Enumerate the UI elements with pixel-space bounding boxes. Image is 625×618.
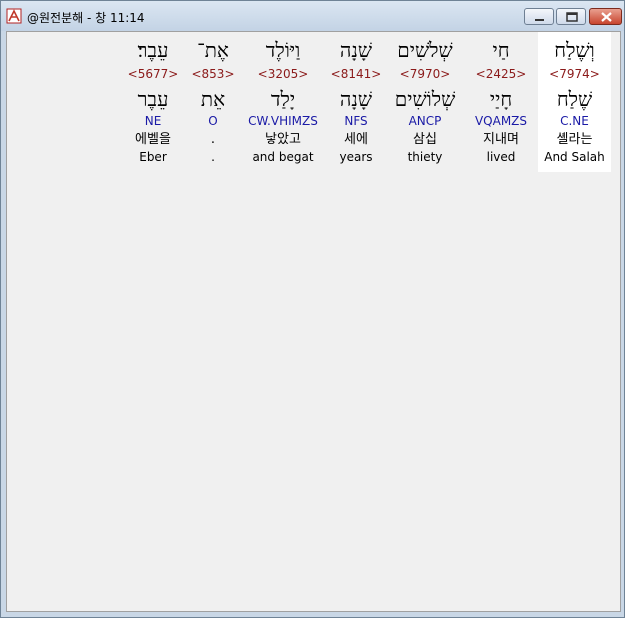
window-title: @원전분해 - 창 11:14 [27, 11, 145, 25]
korean-gloss: 지내며 [483, 132, 519, 147]
strong-number[interactable]: <853> [189, 67, 237, 81]
english-gloss: lived [486, 150, 516, 164]
english-gloss: And Salah [544, 150, 605, 164]
english-gloss: . [211, 150, 215, 164]
word-column-3[interactable]: שְׁלֹשִׁים <7970> שְׁלוֹשִׁים ANCP 삼십 th… [388, 32, 462, 172]
strong-number[interactable]: <7970> [388, 67, 462, 81]
korean-gloss: 세에 [344, 132, 368, 147]
morphology-code: CW.VHIMZS [248, 114, 318, 128]
hebrew-word: שְׁלֹשִׁים [397, 38, 453, 62]
strong-number[interactable]: <8141> [329, 67, 383, 81]
hebrew-word: וַיּוֹלֶד [265, 38, 301, 62]
close-icon [601, 12, 612, 22]
word-column-5[interactable]: וַיּוֹלֶד <3205> יָלַד CW.VHIMZS 낳았고 and… [243, 32, 323, 172]
lemma: שְׁלוֹשִׁים [394, 87, 456, 111]
morphology-code: C.NE [560, 114, 589, 128]
korean-gloss: 낳았고 [265, 132, 301, 147]
close-button[interactable] [589, 8, 622, 25]
strong-number[interactable]: <2425> [467, 67, 535, 81]
minimize-icon [535, 19, 544, 21]
english-gloss: thiety [407, 150, 443, 164]
analysis-panel: וְשֶׁלַח <7974> שֶׁלַח C.NE 셸라는 And Sala… [6, 31, 621, 612]
korean-gloss: 에벨을 [135, 132, 171, 147]
word-column-7[interactable]: עֵבֶר׃ <5677> עֵבֶר NE 에벨을 Eber [123, 32, 183, 172]
morphology-code: NE [144, 114, 162, 128]
english-gloss: Eber [139, 150, 167, 164]
lemma: יָלַד [270, 87, 296, 111]
lemma: עֵבֶר [137, 87, 169, 111]
hebrew-word: שָׁנָה [339, 38, 373, 62]
korean-gloss: 셸라는 [556, 132, 593, 147]
word-column-1[interactable]: וְשֶׁלַח <7974> שֶׁלַח C.NE 셸라는 And Sala… [538, 32, 611, 172]
english-gloss: years [339, 150, 373, 164]
maximize-icon [566, 12, 578, 22]
korean-gloss: . [210, 132, 216, 147]
morphology-code: ANCP [408, 114, 442, 128]
english-gloss: and begat [252, 150, 314, 164]
app-window: @원전분해 - 창 11:14 וְשֶׁלַח <7974> שֶׁלַח C… [0, 0, 625, 618]
maximize-button[interactable] [556, 8, 586, 25]
hebrew-word: וְשֶׁלַח [554, 38, 595, 62]
strong-number[interactable]: <5677> [123, 67, 183, 81]
hebrew-word: אֶת־ [197, 38, 229, 62]
strong-number[interactable]: <3205> [243, 67, 323, 81]
app-icon[interactable] [6, 8, 22, 24]
lemma: חָיַי [489, 87, 513, 111]
morphology-code: NFS [344, 114, 368, 128]
korean-gloss: 삼십 [413, 132, 437, 147]
word-column-6[interactable]: אֶת־ <853> אֵת O . . [189, 32, 237, 172]
word-column-4[interactable]: שָׁנָה <8141> שָׁנָה NFS 세에 years [329, 32, 383, 172]
morphology-code: O [208, 114, 218, 128]
title-bar[interactable]: @원전분해 - 창 11:14 [1, 1, 624, 31]
lemma: שֶׁלַח [556, 87, 593, 111]
hebrew-word: חַי [492, 38, 510, 62]
lemma: אֵת [200, 87, 226, 111]
minimize-button[interactable] [524, 8, 554, 25]
word-column-2[interactable]: חַי <2425> חָיַי VQAMZS 지내며 lived [467, 32, 535, 172]
morphology-code: VQAMZS [474, 114, 528, 128]
hebrew-word: עֵבֶר׃ [137, 38, 169, 62]
lemma: שָׁנָה [339, 87, 373, 111]
strong-number[interactable]: <7974> [538, 67, 611, 81]
